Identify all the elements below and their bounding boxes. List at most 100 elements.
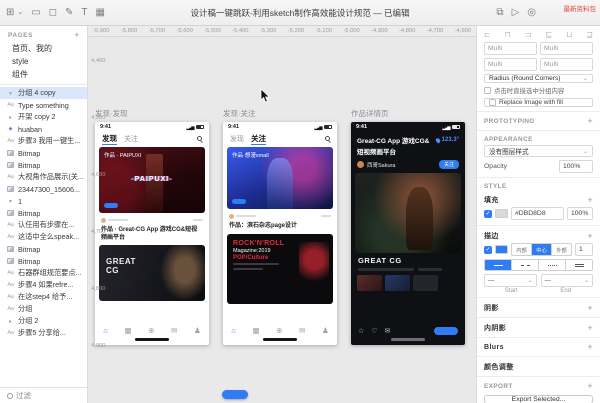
layer-row[interactable]: 认任用有步骤在... <box>0 219 87 231</box>
vector-tool-icon[interactable]: ✎ <box>65 7 73 18</box>
follow-pill[interactable] <box>232 199 246 204</box>
add-page-icon[interactable]: + <box>74 30 80 40</box>
preview-icon[interactable]: ▷ <box>512 7 520 18</box>
fill-enabled-checkbox[interactable]: ✓ <box>484 209 492 218</box>
detail-hero-image[interactable] <box>355 173 461 253</box>
tab-bar[interactable]: ⌂ ▦ ⊕ ✉ ♟ <box>95 323 209 337</box>
group-icon[interactable] <box>6 318 15 325</box>
end-cap-select[interactable]: — ⌄ <box>540 274 593 287</box>
start-cap-select[interactable]: — ⌄ <box>484 274 537 287</box>
layer-row[interactable]: Bitmap <box>0 243 87 255</box>
thumbnail[interactable] <box>357 274 382 291</box>
add-blur-icon[interactable]: + <box>587 343 593 352</box>
border-position-segment[interactable]: 内部 中心 外部 <box>511 243 572 256</box>
height-field[interactable]: Multi <box>540 58 593 71</box>
export-selected-button[interactable]: Export Selected... <box>484 395 593 403</box>
align-left-icon[interactable]: ⊏ <box>484 30 491 39</box>
align-middle-v-icon[interactable]: ⊔ <box>566 30 572 39</box>
layer-row[interactable]: huaban <box>0 123 87 135</box>
text-tool-icon[interactable]: T <box>81 7 87 18</box>
page-item-home[interactable]: 首页、我的 <box>0 42 87 55</box>
add-tab-icon[interactable]: ⊕ <box>276 326 282 335</box>
shape-tool-icon[interactable]: ◻ <box>49 7 57 18</box>
layer-row[interactable]: 石器群组规范要点... <box>0 267 87 279</box>
layer-row[interactable]: Bitmap <box>0 147 87 159</box>
home-tab-icon[interactable]: ⌂ <box>231 326 236 335</box>
star-icon[interactable]: ☆ <box>358 327 364 335</box>
layer-row[interactable]: 开架 copy 2 <box>0 111 87 123</box>
follow-pill[interactable] <box>104 203 118 208</box>
page-item-components[interactable]: 组件 <box>0 68 87 81</box>
artboard-follow-feed[interactable]: 发现·关注 9:41 ▂▄▆ 发现 关注 作品·想漫small 作品：滨石杂志p… <box>223 108 337 345</box>
fill-opacity-field[interactable]: 100% <box>567 207 593 220</box>
solid-line-icon[interactable] <box>485 260 512 270</box>
layer-row[interactable]: Bitmap <box>0 207 87 219</box>
layer-row[interactable]: 分组 <box>0 303 87 315</box>
tab-discover[interactable]: 发现 <box>230 134 244 144</box>
group-icon[interactable] <box>6 114 15 121</box>
border-enabled-checkbox[interactable]: ✓ <box>484 245 492 254</box>
double-line-icon[interactable] <box>566 260 592 270</box>
mirror-icon[interactable]: ⧉ <box>496 7 503 18</box>
thumbnail-strip[interactable] <box>351 271 465 291</box>
disclosure-icon[interactable] <box>6 90 15 97</box>
dashed-line-icon[interactable] <box>512 260 539 270</box>
click-through-checkbox[interactable]: 点击时直接选中分组内容 <box>484 86 593 95</box>
layer-row[interactable]: 1 <box>0 195 87 207</box>
artwork-card-magazine[interactable]: ROCK'N'ROLL Magazine:2019 POP/Culture <box>227 233 333 304</box>
artboard-artwork-detail[interactable]: 作品详情页 9:41 ▂▄▆ Great-CG App 游戏CG& 123.3°… <box>351 108 465 345</box>
tab-bar[interactable]: ⌂ ▦ ⊕ ✉ ♟ <box>223 323 337 337</box>
add-fill-icon[interactable]: + <box>587 195 593 205</box>
artwork-card-xiangman[interactable]: 作品·想漫small <box>227 147 333 209</box>
follow-button[interactable]: 关注 <box>438 160 459 169</box>
notification-pill[interactable] <box>222 390 248 399</box>
layer-row[interactable]: 23447300_15606... <box>0 183 87 195</box>
thumbnail[interactable] <box>385 274 410 291</box>
tab-follow[interactable]: 关注 <box>124 134 138 144</box>
layer-row[interactable]: 分组 2 <box>0 315 87 327</box>
profile-tab-icon[interactable]: ♟ <box>194 326 201 335</box>
align-top-icon[interactable]: ⊑ <box>545 30 552 39</box>
add-border-icon[interactable]: + <box>587 231 593 241</box>
layer-row[interactable]: 这适中全么speak... <box>0 231 87 243</box>
add-tab-icon[interactable]: ⊕ <box>148 326 154 335</box>
insert-icon[interactable]: ⊞ <box>6 7 14 18</box>
fill-color-swatch[interactable] <box>495 209 508 218</box>
artboard-tool-icon[interactable]: ▭ <box>31 7 40 18</box>
radius-dropdown[interactable]: Radius (Round Corners) ⌄ <box>484 74 593 83</box>
artboard-discover-feed[interactable]: 发现·发现 9:41 ▂▄▆ 发现 关注 作品 · PAIPUXI -PAIPU… <box>95 108 209 345</box>
add-prototype-icon[interactable]: + <box>587 117 593 126</box>
primary-action-pill[interactable] <box>434 327 458 335</box>
layer-row[interactable]: 步骤3 我用一键生... <box>0 135 87 147</box>
width-field[interactable]: Multi <box>484 58 537 71</box>
fill-hex-field[interactable]: #DBD8D8 <box>511 207 564 220</box>
search-icon[interactable] <box>197 136 202 141</box>
align-bottom-icon[interactable]: ⊒ <box>586 30 593 39</box>
add-export-icon[interactable]: + <box>587 382 593 391</box>
border-weight-field[interactable]: 1 <box>575 243 593 256</box>
align-right-icon[interactable]: ⊐ <box>525 30 532 39</box>
artboard-title[interactable]: 作品详情页 <box>351 108 465 119</box>
artwork-card-paipuxi[interactable]: 作品 · PAIPUXI -PAIPUXI- <box>99 147 205 213</box>
layer-row[interactable]: 步骤5 分享给... <box>0 327 87 339</box>
opacity-field[interactable]: 100% <box>559 160 593 173</box>
image-tool-icon[interactable]: ▦ <box>96 7 105 18</box>
add-inner-shadow-icon[interactable]: + <box>587 323 593 333</box>
zoom-icon[interactable]: ◎ <box>527 7 536 18</box>
artwork-card-greatcg[interactable]: GREAT CG <box>99 245 205 301</box>
y-field[interactable]: Multi <box>540 42 593 55</box>
align-center-h-icon[interactable]: ⊓ <box>505 30 511 39</box>
replace-image-control[interactable]: Replace Image with fill <box>484 98 593 107</box>
artboard-title[interactable]: 发现·发现 <box>95 108 209 119</box>
checkbox-icon[interactable] <box>489 99 496 106</box>
layer-filter[interactable]: 过滤 <box>0 387 87 403</box>
layer-row[interactable]: Bitmap <box>0 159 87 171</box>
add-shadow-icon[interactable]: + <box>587 303 593 313</box>
comment-icon[interactable]: ✉ <box>385 327 391 335</box>
checkbox-icon[interactable] <box>484 87 491 94</box>
artboard-title[interactable]: 发现·关注 <box>223 108 337 119</box>
thumbnail[interactable] <box>413 274 438 291</box>
category-tab-icon[interactable]: ▦ <box>252 326 259 335</box>
layer-style-dropdown[interactable]: 没有图层样式 ⌄ <box>484 145 593 157</box>
like-icon[interactable]: ♡ <box>371 327 377 335</box>
